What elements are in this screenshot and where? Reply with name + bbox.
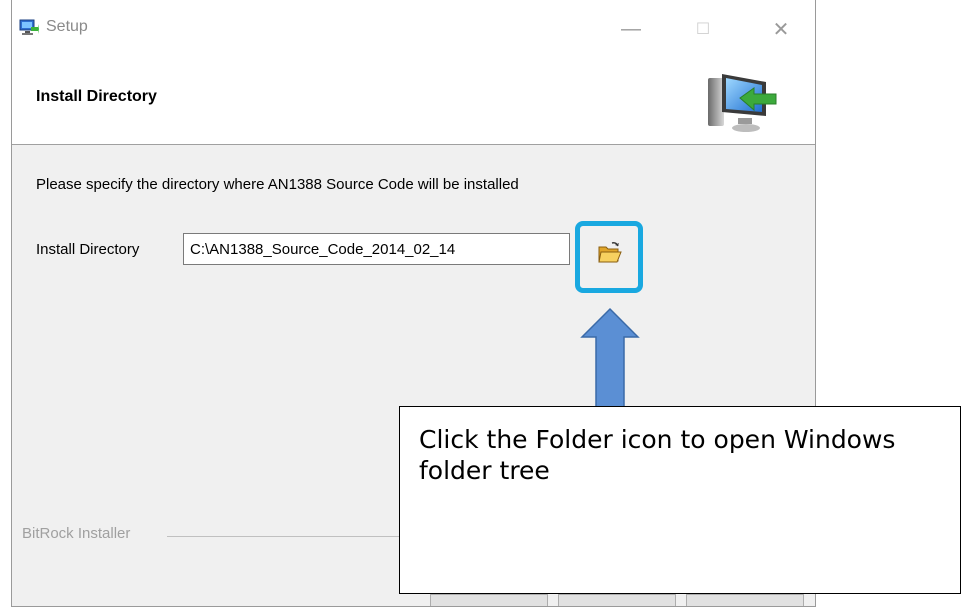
page-header: Install Directory	[12, 60, 815, 145]
minimize-button[interactable]: —	[608, 14, 654, 44]
install-directory-label: Install Directory	[36, 241, 140, 258]
setup-app-icon	[19, 19, 39, 35]
close-icon: ✕	[772, 18, 790, 41]
next-button[interactable]	[558, 594, 676, 606]
close-button[interactable]: ✕	[758, 14, 804, 44]
cancel-button[interactable]	[686, 594, 804, 606]
maximize-button[interactable]: ☐	[680, 14, 726, 44]
instruction-text: Please specify the directory where AN138…	[36, 176, 519, 193]
callout-text: Click the Folder icon to open Windows fo…	[419, 425, 896, 485]
install-directory-input[interactable]	[183, 233, 570, 265]
installer-brand-label: BitRock Installer	[22, 525, 131, 542]
folder-icon-highlight	[575, 221, 643, 293]
page-title: Install Directory	[36, 88, 157, 105]
minimize-icon: —	[621, 17, 641, 40]
back-button[interactable]	[430, 594, 548, 606]
computer-install-arrow-icon	[708, 74, 777, 132]
window-title: Setup	[46, 18, 88, 35]
callout-box: Click the Folder icon to open Windows fo…	[399, 406, 961, 594]
maximize-icon: ☐	[695, 21, 711, 38]
title-bar: Setup — ☐ ✕	[12, 0, 815, 60]
screenshot-page: Setup — ☐ ✕ Install Directory Please spe…	[0, 0, 963, 607]
